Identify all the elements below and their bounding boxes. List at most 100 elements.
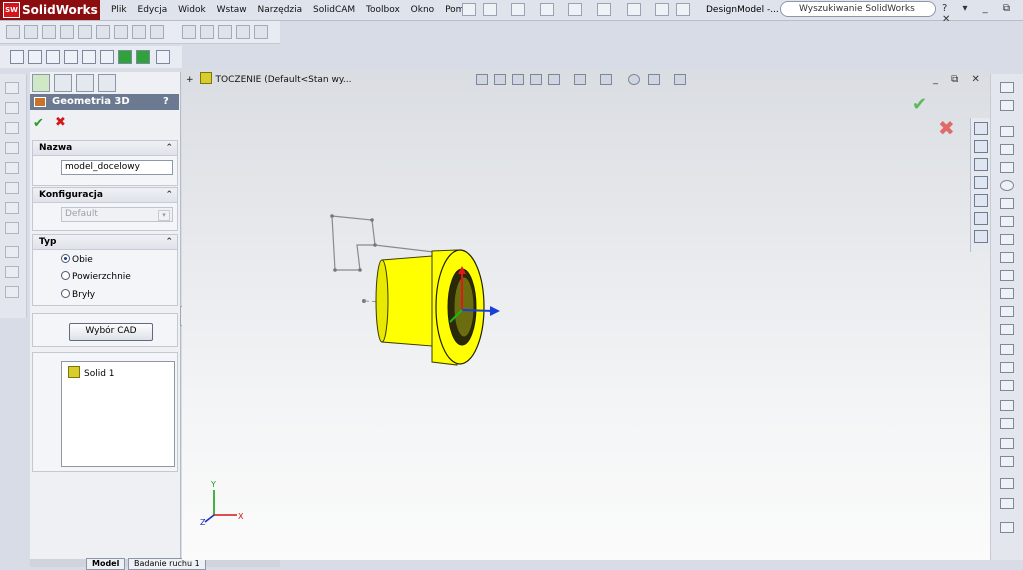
selection-list[interactable]: Solid 1	[61, 361, 175, 467]
new-document-icon[interactable]	[483, 3, 497, 16]
point-icon[interactable]	[1000, 288, 1014, 299]
tool-icon-1[interactable]	[10, 50, 24, 64]
tool-icon-4[interactable]	[64, 50, 78, 64]
radio-obie[interactable]: Obie	[61, 254, 93, 266]
menu-narzedzia[interactable]: Narzędzia	[257, 5, 302, 15]
feature-icon-11[interactable]	[5, 286, 19, 298]
undo-icon[interactable]	[597, 3, 611, 16]
repair-sketch-icon[interactable]	[1000, 456, 1014, 467]
group-config-header[interactable]: Konfiguracja ⌃	[33, 188, 177, 203]
menu-wstaw[interactable]: Wstaw	[217, 5, 247, 15]
quick-snaps-icon[interactable]	[1000, 478, 1014, 489]
rebuild-icon[interactable]	[655, 3, 669, 16]
move-entities-icon[interactable]	[1000, 418, 1014, 429]
radio-bryly[interactable]: Bryły	[61, 289, 95, 301]
group-name-header[interactable]: Nazwa ⌃	[33, 141, 177, 156]
list-item[interactable]: Solid 1	[68, 366, 115, 380]
line-icon[interactable]	[1000, 126, 1014, 137]
search-input[interactable]: Wyszukiwanie SolidWorks	[780, 1, 936, 17]
tab-model[interactable]: Model	[86, 558, 126, 570]
ok-button[interactable]: ✔	[33, 116, 44, 131]
collapse-icon[interactable]: ⌃	[165, 188, 173, 202]
window-controls[interactable]: ? ▾ _ ⧉ ✕	[942, 3, 1023, 25]
feature-icon-10[interactable]	[5, 266, 19, 278]
edit-icon[interactable]	[42, 25, 56, 39]
copy-icon[interactable]	[254, 25, 268, 39]
check-icon[interactable]	[236, 25, 250, 39]
name-input[interactable]: model_docelowy	[61, 160, 173, 175]
radio-powierzchnie[interactable]: Powierzchnie	[61, 271, 131, 283]
grid-icon[interactable]	[150, 25, 164, 39]
mirror-entities-icon[interactable]	[1000, 380, 1014, 391]
mirror-icon[interactable]	[200, 25, 214, 39]
cam-manager-tab-icon[interactable]	[98, 74, 116, 92]
group-type-header[interactable]: Typ ⌃	[33, 235, 177, 250]
chevron-down-icon[interactable]: ▾	[158, 210, 170, 221]
collapse-icon[interactable]: ⌃	[165, 235, 173, 249]
feature-icon-1[interactable]	[5, 82, 19, 94]
feature-icon-6[interactable]	[5, 182, 19, 194]
menu-solidcam[interactable]: SolidCAM	[313, 5, 355, 15]
green-gear-icon[interactable]	[136, 50, 150, 64]
ellipse-icon[interactable]	[1000, 270, 1014, 281]
menu-okno[interactable]: Okno	[411, 5, 435, 15]
tool-icon-6[interactable]	[100, 50, 114, 64]
green-cube-icon[interactable]	[118, 50, 132, 64]
instant-2d-icon[interactable]	[1000, 522, 1014, 533]
feature-icon-7[interactable]	[5, 202, 19, 214]
collapse-icon[interactable]: ⌃	[165, 141, 173, 155]
feature-icon-9[interactable]	[5, 246, 19, 258]
offset-icon[interactable]	[1000, 362, 1014, 373]
feature-icon-5[interactable]	[5, 162, 19, 174]
slot-icon[interactable]	[1000, 162, 1014, 173]
display-icon[interactable]	[218, 25, 232, 39]
rapid-sketch-icon[interactable]	[1000, 498, 1014, 509]
open-document-icon[interactable]	[511, 3, 525, 16]
print-icon[interactable]	[568, 3, 582, 16]
config-select[interactable]: Default ▾	[61, 207, 173, 222]
sketch-icon[interactable]	[1000, 82, 1014, 93]
tool-icon-3[interactable]	[46, 50, 60, 64]
menu-edycja[interactable]: Edycja	[138, 5, 168, 15]
cancel-button[interactable]: ✖	[55, 115, 66, 130]
configuration-manager-tab-icon[interactable]	[76, 74, 94, 92]
rectangle-icon[interactable]	[1000, 144, 1014, 155]
table-icon[interactable]	[60, 25, 74, 39]
cad-select-button[interactable]: Wybór CAD	[69, 323, 153, 341]
options-icon[interactable]	[676, 3, 690, 16]
feature-manager-tab-icon[interactable]	[32, 74, 50, 92]
feature-icon-4[interactable]	[5, 142, 19, 154]
view-palette-icon[interactable]	[974, 194, 988, 207]
resources-icon[interactable]	[974, 140, 988, 153]
property-manager-tab-icon[interactable]	[54, 74, 72, 92]
smart-dimension-icon[interactable]	[24, 25, 38, 39]
appearances-icon[interactable]	[974, 212, 988, 225]
tool-icon-2[interactable]	[28, 50, 42, 64]
spell-check-icon[interactable]	[6, 25, 20, 39]
save-icon[interactable]	[540, 3, 554, 16]
select-cursor-icon[interactable]	[627, 3, 641, 16]
sum-icon[interactable]	[114, 25, 128, 39]
help-icon[interactable]: ?	[163, 95, 176, 108]
app-logo[interactable]: SW SolidWorks	[0, 0, 100, 20]
triad-x-arrow[interactable]	[490, 306, 500, 316]
feature-icon-2[interactable]	[5, 102, 19, 114]
file-explorer-icon[interactable]	[974, 176, 988, 189]
convert-entities-icon[interactable]	[1000, 344, 1014, 355]
tool-icon-9[interactable]	[156, 50, 170, 64]
circle-icon[interactable]	[1000, 180, 1014, 191]
fillet-icon[interactable]	[1000, 234, 1014, 245]
tool-icon-5[interactable]	[82, 50, 96, 64]
design-library-icon[interactable]	[974, 158, 988, 171]
home-icon[interactable]	[974, 122, 988, 135]
menu-plik[interactable]: Plik	[111, 5, 127, 15]
centerline-icon[interactable]	[1000, 306, 1014, 317]
pin-icon[interactable]	[462, 3, 476, 16]
relations-icon[interactable]	[1000, 438, 1014, 449]
triad-x-axis[interactable]	[461, 309, 495, 312]
feature-icon-8[interactable]	[5, 222, 19, 234]
spline-icon[interactable]	[1000, 216, 1014, 227]
feature-icon-3[interactable]	[5, 122, 19, 134]
menu-widok[interactable]: Widok	[178, 5, 206, 15]
trim-icon[interactable]	[1000, 324, 1014, 335]
